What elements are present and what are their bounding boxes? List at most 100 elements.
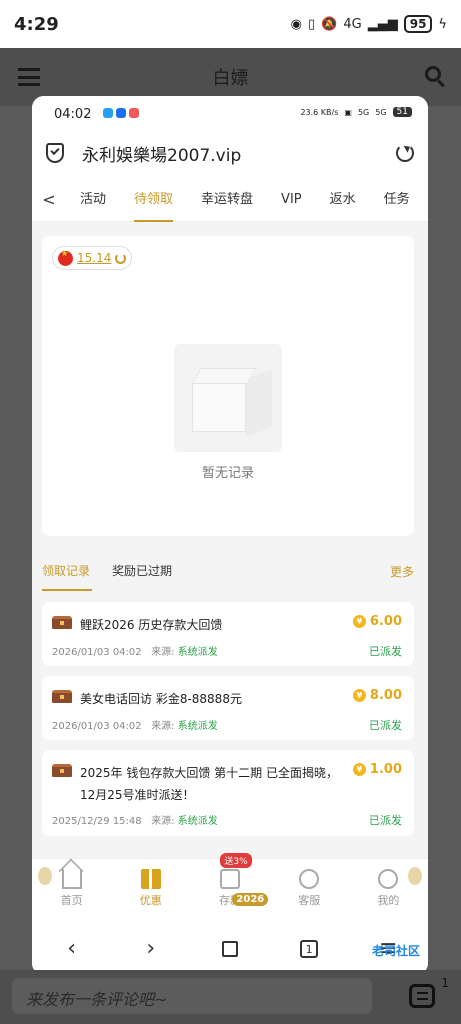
back-icon[interactable]: ‹ [52, 934, 92, 964]
treasure-chest-icon [52, 764, 72, 777]
more-link[interactable]: 更多 [390, 563, 414, 580]
menu-icon[interactable] [18, 68, 40, 86]
tab-lucky-wheel[interactable]: 幸运转盘 [187, 178, 267, 222]
tab-pending[interactable]: 待领取 [120, 178, 187, 222]
inner-battery: 51 [392, 107, 412, 117]
nav-home[interactable]: 首页 [32, 859, 111, 922]
nav-deposit[interactable]: 送3% 存款 2026 [190, 853, 269, 922]
mute-icon: 🔕 [321, 16, 338, 32]
battery-indicator: 95 [403, 15, 433, 33]
empty-box-illustration [174, 344, 282, 452]
outer-status-icons: ◉ ▯ 🔕 4G ▂▄▆ 95 ϟ [291, 15, 447, 33]
back-arrow-icon[interactable]: < [32, 190, 66, 209]
browser-url-bar[interactable]: 永利娛樂場2007.vip [32, 128, 428, 178]
list-item[interactable]: 鲤跃2026 历史存款大回馈 ¥ 6.00 2026/01/03 04:02 来… [42, 602, 414, 666]
app-icon-2 [128, 108, 139, 118]
notification-icons [102, 108, 139, 118]
tab-tasks[interactable]: 任务 [370, 178, 424, 222]
comment-icon[interactable] [409, 984, 435, 1008]
coin-icon: ¥ [352, 689, 366, 702]
record-amount: ¥ 1.00 [352, 762, 402, 777]
user-icon [378, 869, 399, 889]
nav-promotions[interactable]: 优惠 [111, 859, 190, 922]
inner-clock: 04:02 [54, 106, 92, 122]
coin-icon: ¥ [352, 763, 366, 776]
record-status: 已派发 [369, 814, 402, 827]
browser-nav-bar: ‹ › 1 ≡ 老司社区 [32, 922, 428, 975]
reload-icon[interactable] [396, 144, 414, 162]
forward-icon[interactable]: › [131, 934, 171, 964]
home-button[interactable] [210, 934, 250, 964]
refresh-icon[interactable] [115, 252, 127, 264]
record-date: 2026/01/03 04:02 [52, 721, 142, 732]
network-type: 4G [343, 16, 362, 32]
pending-panel: 15.14 暂无记录 [42, 236, 414, 536]
qq-icon [102, 108, 113, 118]
headset-icon [299, 869, 320, 889]
record-date: 2025/12/29 15:48 [52, 816, 142, 827]
signal-5g-2: 5G [375, 107, 387, 117]
tab-activity[interactable]: 活动 [66, 178, 120, 222]
search-icon[interactable] [425, 66, 441, 82]
inner-status-icons: 23.6 KB/s ▣ 5G 5G 51 [300, 107, 412, 117]
coin-icon: ¥ [352, 615, 366, 628]
record-source-label: 来源: [151, 647, 175, 658]
list-item[interactable]: 2025年 钱包存款大回馈 第十二期 已全面揭晓，12月25号准时派送！ ¥ 1… [42, 750, 414, 836]
app-bottom-nav: 首页 优惠 送3% 存款 2026 客服 我的 [32, 853, 428, 922]
record-source-label: 来源: [151, 816, 175, 827]
record-source-label: 来源: [151, 721, 175, 732]
record-title: 2025年 钱包存款大回馈 第十二期 已全面揭晓，12月25号准时派送！ [80, 766, 338, 802]
record-source: 系统派发 [177, 721, 218, 732]
promo-tab-bar: < 活动 待领取 幸运转盘 VIP 返水 任务 [32, 178, 428, 222]
record-title: 美女电话回访 彩金8-88888元 [80, 692, 242, 706]
site-url[interactable]: 永利娛樂場2007.vip [82, 141, 396, 166]
list-item[interactable]: 美女电话回访 彩金8-88888元 ¥ 8.00 2026/01/03 04:0… [42, 676, 414, 740]
balance-value: 15.14 [77, 251, 112, 265]
watermark-logo: 老司社区 [371, 944, 420, 958]
year-badge: 2026 [232, 893, 269, 906]
tab-count: 1 [300, 939, 319, 958]
charging-icon: ϟ [438, 16, 447, 32]
screenshot-card[interactable]: 04:02 23.6 KB/s ▣ 5G 5G 51 永利娛樂場2007.vip… [32, 96, 428, 975]
record-amount: ¥ 6.00 [352, 614, 402, 629]
outer-status-bar: 4:29 ◉ ▯ 🔕 4G ▂▄▆ 95 ϟ [0, 0, 461, 48]
shield-icon[interactable] [46, 143, 64, 163]
vibrate-icon: ▯ [308, 16, 316, 32]
record-status: 已派发 [369, 719, 402, 732]
china-flag-icon [58, 249, 73, 266]
subtab-claim-records[interactable]: 领取记录 [42, 551, 112, 591]
tabs-button[interactable]: 1 [289, 934, 329, 964]
record-meta: 2026/01/03 04:02 来源: 系统派发 [52, 717, 218, 732]
signal-5g-1: 5G [357, 107, 370, 117]
outer-page-title: 白嫖 [212, 68, 249, 89]
subtab-expired[interactable]: 奖励已过期 [112, 551, 194, 591]
gift-icon [140, 869, 161, 889]
tab-vip[interactable]: VIP [267, 178, 316, 222]
app-icon [115, 108, 126, 118]
inner-status-bar: 04:02 23.6 KB/s ▣ 5G 5G 51 [32, 96, 428, 128]
record-title: 鲤跃2026 历史存款大回馈 [80, 618, 223, 632]
empty-state-text: 暂无记录 [201, 466, 254, 481]
balance-pill[interactable]: 15.14 [52, 246, 133, 270]
tab-rebate[interactable]: 返水 [316, 178, 370, 222]
hd-icon: ▣ [344, 107, 352, 117]
wallet-icon [220, 869, 240, 889]
comment-bar: 来发布一条评论吧~ 1 [0, 970, 461, 1024]
comment-input[interactable]: 来发布一条评论吧~ [12, 978, 372, 1014]
treasure-chest-icon [52, 690, 72, 703]
record-meta: 2025/12/29 15:48 来源: 系统派发 [52, 812, 218, 827]
nav-customer-service[interactable]: 客服 [270, 859, 349, 922]
record-source: 系统派发 [177, 647, 218, 658]
balloon-decoration [408, 867, 422, 885]
record-date: 2026/01/03 04:02 [52, 647, 142, 658]
deposit-bonus-badge: 送3% [220, 853, 252, 868]
record-status: 已派发 [369, 645, 402, 658]
record-subtabs: 领取记录 奖励已过期 更多 [42, 551, 414, 591]
eye-icon: ◉ [290, 16, 303, 32]
comment-count: 1 [441, 976, 449, 990]
home-icon [61, 869, 82, 889]
record-amount: ¥ 8.00 [352, 688, 402, 703]
record-source: 系统派发 [177, 816, 218, 827]
outer-clock: 4:29 [14, 13, 59, 35]
speed-indicator: 23.6 KB/s [300, 107, 339, 117]
